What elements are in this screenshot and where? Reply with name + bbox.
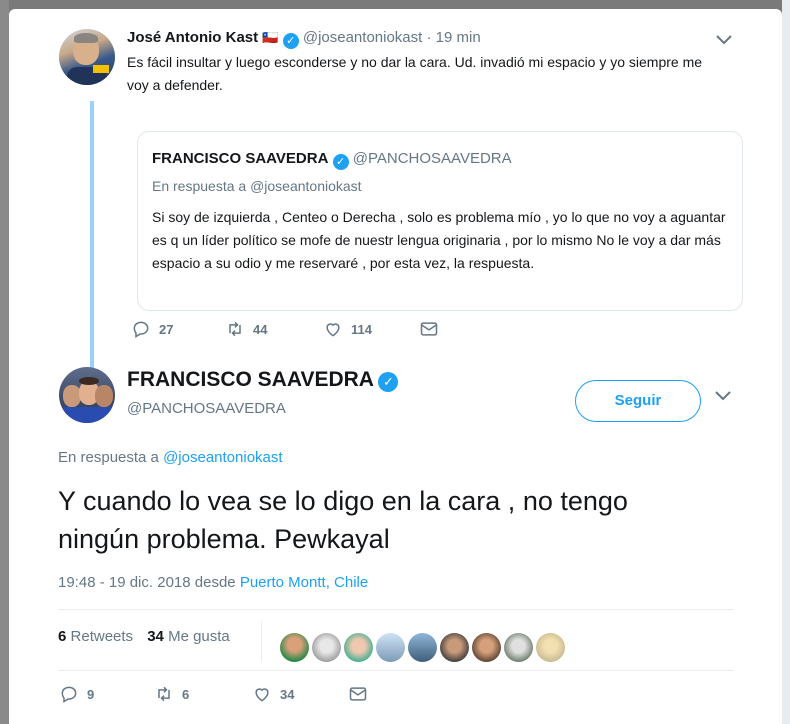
divider-bottom [58, 670, 734, 671]
main-like-count: 34 [280, 686, 295, 702]
parent-author-name[interactable]: José Antonio Kast [127, 29, 258, 46]
heart-icon [255, 688, 269, 702]
quoted-handle: @PANCHOSAAVEDRA [352, 150, 512, 167]
heart-icon [326, 323, 340, 337]
parent-retweet-count: 44 [253, 321, 268, 337]
parent-handle[interactable]: @joseantoniokast [303, 29, 422, 46]
stats-separator [261, 621, 262, 661]
likes-label: Me gusta [168, 628, 230, 645]
retweet-icon [158, 686, 170, 702]
background-left [0, 0, 9, 724]
liker-avatar[interactable] [440, 633, 469, 662]
tweet-modal: José Antonio Kast 🇨🇱 ✓ @joseantoniokast … [9, 9, 782, 724]
likes-stat-link[interactable]: 34 Me gusta [147, 628, 230, 645]
avatar-saavedra[interactable] [59, 367, 115, 423]
reply-icon [61, 686, 77, 703]
reply-icon [133, 321, 149, 338]
parent-reply-button[interactable]: 27 [131, 319, 173, 339]
parent-tweet-text: Es fácil insultar y luego esconderse y n… [127, 54, 703, 93]
quoted-author-name: FRANCISCO SAAVEDRA [152, 150, 329, 167]
main-reply-to-link[interactable]: @joseantoniokast [163, 449, 282, 466]
liker-avatar[interactable] [504, 633, 533, 662]
liker-avatar[interactable] [536, 633, 565, 662]
chile-flag-icon: 🇨🇱 [262, 30, 279, 45]
retweet-icon [229, 321, 241, 337]
quoted-tweet-text: Si soy de izquierda , Centeo o Derecha ,… [152, 209, 726, 271]
quoted-reply-to: @joseantoniokast [250, 178, 362, 194]
parent-reply-count: 27 [159, 321, 174, 337]
liker-avatar[interactable] [408, 633, 437, 662]
liker-avatar[interactable] [280, 633, 309, 662]
parent-time[interactable]: 19 min [436, 29, 481, 46]
main-author-name[interactable]: FRANCISCO SAAVEDRA [127, 368, 374, 391]
follow-button[interactable]: Seguir [575, 380, 701, 422]
divider-top [58, 609, 734, 610]
main-timestamp[interactable]: 19:48 - 19 dic. 2018 desde [58, 574, 236, 591]
main-reply-prefix: En respuesta a [58, 449, 159, 466]
main-tweet-text: Y cuando lo vea se lo digo en la cara , … [58, 486, 628, 554]
verified-badge-icon: ✓ [282, 33, 299, 49]
retweets-stat-link[interactable]: 6 Retweets [58, 628, 137, 645]
liker-avatar[interactable] [376, 633, 405, 662]
envelope-icon [349, 687, 367, 701]
thread-line [90, 101, 94, 369]
main-reply-count: 9 [87, 686, 95, 702]
parent-like-button[interactable]: 114 [323, 319, 372, 339]
quoted-reply-prefix: En respuesta a [152, 178, 247, 194]
liker-avatar[interactable] [472, 633, 501, 662]
likers-avatars [280, 633, 565, 662]
main-retweet-button[interactable]: 6 [154, 684, 189, 704]
main-message-button[interactable] [348, 684, 368, 704]
main-like-button[interactable]: 34 [252, 684, 294, 704]
verified-badge-icon: ✓ [378, 372, 399, 392]
parent-more-chevron-icon[interactable] [715, 33, 733, 51]
retweets-count: 6 [58, 628, 67, 645]
parent-retweet-button[interactable]: 44 [225, 319, 267, 339]
verified-badge-icon: ✓ [332, 154, 349, 170]
liker-avatar[interactable] [312, 633, 341, 662]
parent-message-button[interactable] [419, 319, 439, 339]
main-location-link[interactable]: Puerto Montt, Chile [240, 574, 368, 591]
separator-dot: · [426, 29, 432, 46]
parent-like-count: 114 [351, 321, 372, 337]
avatar-kast[interactable] [59, 29, 115, 85]
liker-avatar[interactable] [344, 633, 373, 662]
quoted-tweet[interactable]: FRANCISCO SAAVEDRA ✓ @PANCHOSAAVEDRA En … [137, 131, 743, 311]
retweets-label: Retweets [70, 628, 134, 645]
main-handle[interactable]: @PANCHOSAAVEDRA [127, 400, 286, 417]
main-retweet-count: 6 [182, 686, 190, 702]
background-right [782, 0, 790, 724]
envelope-icon [420, 322, 438, 336]
main-more-chevron-icon[interactable] [714, 389, 732, 407]
likes-count: 34 [147, 628, 164, 645]
main-reply-button[interactable]: 9 [59, 684, 94, 704]
